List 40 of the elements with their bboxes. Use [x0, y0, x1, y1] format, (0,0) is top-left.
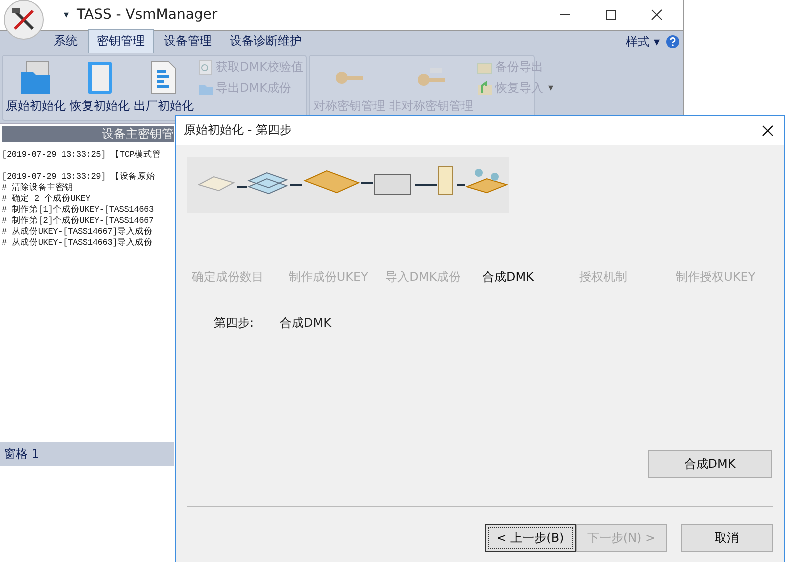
style-menu[interactable]: 样式 ▾ — [626, 34, 660, 50]
folder-icon — [19, 60, 53, 96]
log-line: # 从成份UKEY-[TASS14667]导入成份 — [2, 227, 153, 238]
close-icon[interactable] — [762, 124, 774, 136]
log-line: # 清除设备主密钥 — [2, 183, 74, 194]
log-line: # 制作第[1]个成份UKEY-[TASS14663 — [2, 205, 154, 216]
import-arrow-icon — [477, 80, 494, 96]
wizard-step: 制作成份UKEY — [288, 269, 386, 286]
log-line: # 从成份UKEY-[TASS14663]导入成份 — [2, 238, 153, 249]
window-title: TASS - VsmManager — [77, 7, 218, 23]
wizard-step: 制作授权UKEY — [676, 269, 773, 286]
ribbon-tab[interactable]: 设备诊断维护 — [222, 30, 310, 53]
wizard-step: 导入DMK成份 — [386, 269, 482, 286]
step-caption: 第四步: — [214, 315, 254, 332]
wizard-button[interactable]: 取消 — [681, 524, 773, 552]
group-label-bar: 设备主密钥管 — [2, 126, 174, 142]
log-line: [2019-07-29 13:33:29] 【设备原始 — [2, 172, 156, 182]
wizard-step: 授权机制 — [579, 269, 676, 286]
ribbon-tab[interactable]: 密钥管理 — [88, 29, 154, 53]
wizard-step: 确定成份数目 — [192, 269, 289, 286]
log-line: # 制作第[2]个成份UKEY-[TASS14667 — [2, 216, 154, 227]
wizard-step: 合成DMK — [482, 269, 580, 286]
ribbon-tab[interactable]: 设备管理 — [156, 30, 220, 53]
status-bar: 窗格 1 — [0, 442, 174, 466]
document-search-icon — [198, 60, 214, 76]
log-line: # 确定 2 个成份UKEY — [2, 194, 91, 205]
log-line: [2019-07-29 13:33:25] 【TCP模式管 — [2, 150, 162, 161]
dialog-title: 原始初始化 - 第四步 — [184, 122, 292, 139]
ribbon-button[interactable]: 恢复初始化 — [69, 58, 131, 118]
step-name: 合成DMK — [280, 315, 332, 332]
quick-access-caret[interactable]: ▾ — [64, 10, 70, 20]
wizard-button[interactable]: < 上一步(B) — [485, 524, 576, 552]
ribbon-tab[interactable]: 系统 — [46, 30, 86, 53]
maximize-icon[interactable] — [605, 9, 617, 21]
ribbon-button[interactable]: 原始初始化 — [5, 58, 67, 118]
help-icon[interactable] — [666, 35, 680, 49]
ribbon-button[interactable]: 出厂初始化 — [133, 58, 195, 118]
close-icon[interactable] — [651, 9, 663, 21]
tools-icon[interactable] — [4, 0, 44, 40]
combine-dmk-button[interactable]: 合成DMK — [648, 450, 772, 478]
